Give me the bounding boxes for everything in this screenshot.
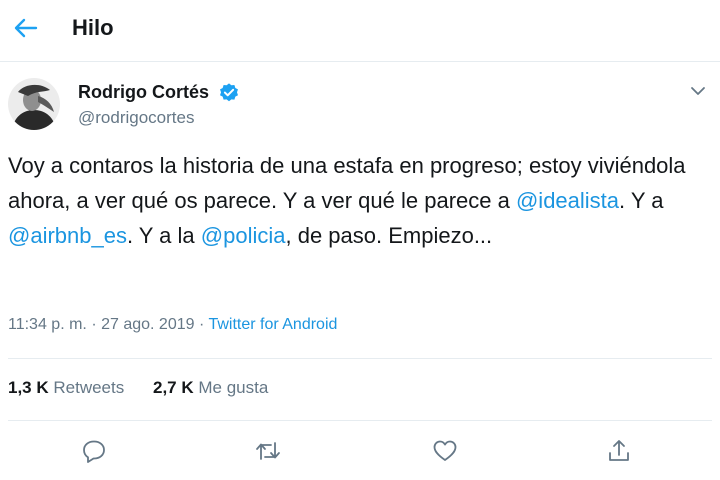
like-button[interactable] [430,436,460,466]
divider [8,358,712,359]
more-options-button[interactable] [684,78,712,106]
verified-badge-icon [220,83,238,102]
share-button[interactable] [604,436,634,466]
retweets-label: Retweets [53,378,125,397]
likes-stat[interactable]: 2,7 K Me gusta [153,378,268,398]
tweet-stats: 1,3 K Retweets 2,7 K Me gusta [8,378,268,398]
likes-label: Me gusta [198,378,269,397]
share-icon [609,440,629,461]
tweet-text-part: , de paso. Empiezo... [285,223,493,248]
author-name[interactable]: Rodrigo Cortés [78,82,209,103]
retweet-icon [256,442,280,460]
tweet-text-part: . Y a la [126,223,201,248]
tweet-time: 11:34 p. m. [8,316,87,333]
likes-count: 2,7 K [152,378,194,397]
back-button[interactable] [8,10,44,46]
tweet-meta: 11:34 p. m. · 27 ago. 2019 · Twitter for… [8,316,337,334]
retweets-stat[interactable]: 1,3 K Retweets [8,378,124,398]
retweets-count: 1,3 K [8,378,49,397]
meta-separator: · [91,316,97,333]
avatar[interactable] [8,78,60,130]
page-title: Hilo [72,15,114,40]
divider [8,420,712,421]
avatar-image [8,78,60,130]
heart-icon [433,440,457,461]
tweet-text: Voy a contaros la historia de una estafa… [8,148,708,253]
retweet-button[interactable] [252,436,282,466]
tweet-date: 27 ago. 2019 [101,316,195,333]
tweet-source-link[interactable]: Twitter for Android [208,316,337,333]
tweet-text-part: . Y a [619,188,664,213]
mention-link-policia[interactable]: @policia [201,223,286,248]
author-handle[interactable]: @rodrigocortes [78,108,194,128]
arrow-left-icon [14,18,38,38]
reply-button[interactable] [79,436,109,466]
reply-icon [83,440,105,463]
mention-link-airbnb[interactable]: @airbnb_es [8,223,127,248]
chevron-down-icon [691,87,705,95]
meta-separator: · [198,316,205,333]
thread-header: Hilo [0,0,720,62]
mention-link-idealista[interactable]: @idealista [516,188,619,213]
